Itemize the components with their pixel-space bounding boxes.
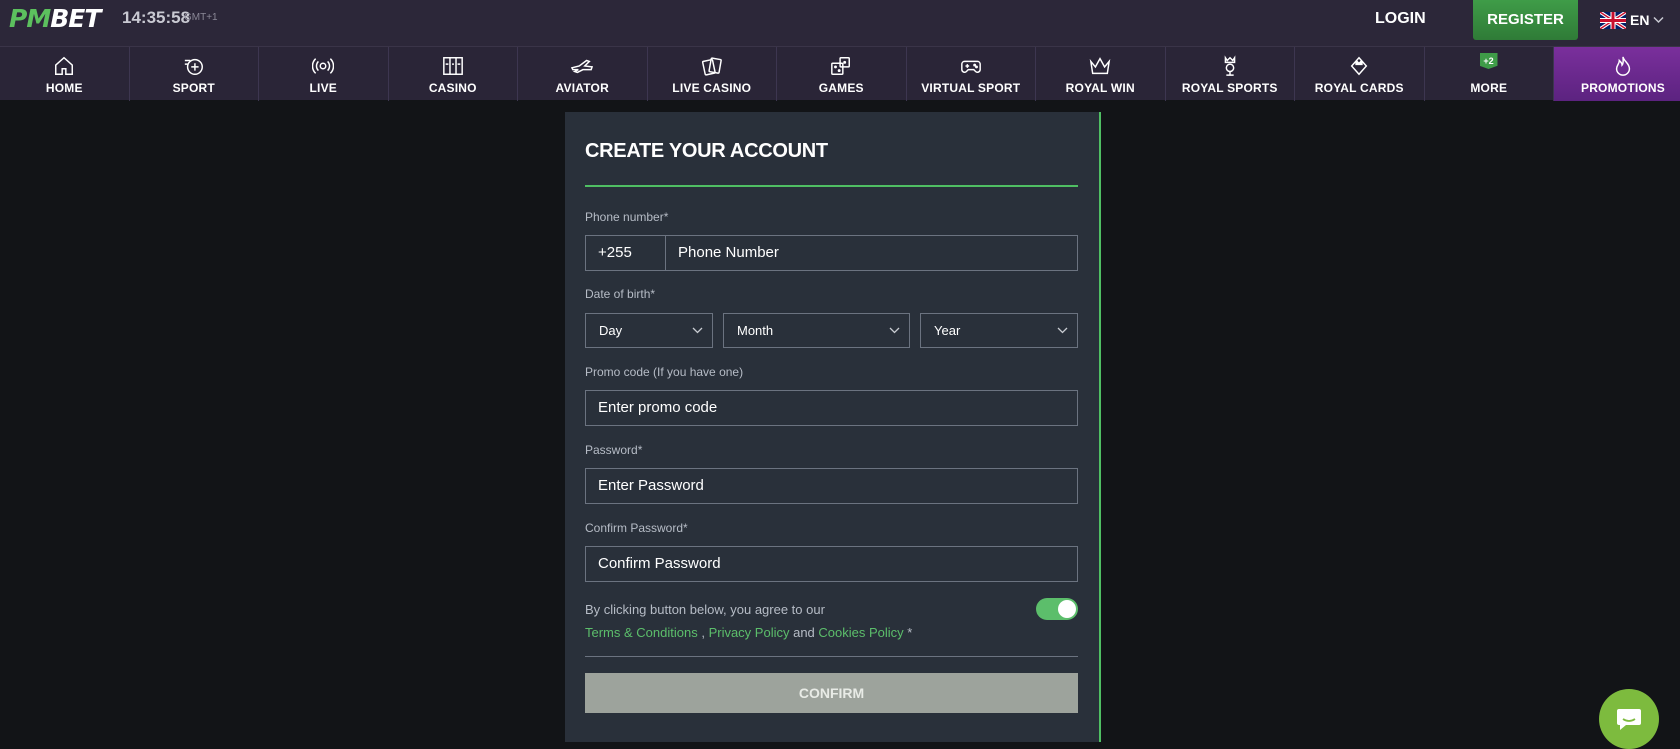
home-icon [52, 54, 76, 78]
nav-item-games[interactable]: GAMES [777, 47, 907, 101]
nav-label: LIVE [309, 80, 337, 95]
language-code: EN [1630, 12, 1650, 28]
registration-form: CREATE YOUR ACCOUNT Phone number* +255 P… [565, 112, 1101, 742]
month-select[interactable]: Month [723, 313, 910, 348]
separator: and [789, 625, 819, 640]
language-selector[interactable]: EN [1600, 10, 1664, 30]
year-select-value: Year [934, 323, 961, 338]
nav-label: AVIATOR [555, 80, 609, 95]
nav-item-casino[interactable]: CASINO [389, 47, 518, 101]
day-select-value: Day [599, 323, 623, 338]
uk-flag-icon [1600, 11, 1626, 29]
nav-label: PROMOTIONS [1580, 80, 1665, 95]
nav-item-royal-sports[interactable]: ROYAL SPORTS [1166, 47, 1295, 101]
nav-label: SPORT [172, 80, 215, 95]
day-select[interactable]: Day [585, 313, 713, 348]
nav-item-royal-win[interactable]: ROYAL WIN [1036, 47, 1166, 101]
agree-text: By clicking button below, you agree to o… [585, 602, 825, 617]
nav-item-live-casino[interactable]: LIVE CASINO [648, 47, 777, 101]
nav-label: GAMES [818, 80, 864, 95]
nav-item-virtual-sport[interactable]: VIRTUAL SPORT [907, 47, 1036, 101]
casino-icon [441, 54, 465, 78]
nav-item-home[interactable]: HOME [0, 47, 130, 101]
login-button[interactable]: LOGIN [1375, 8, 1426, 30]
password-label: Password* [585, 443, 643, 457]
chevron-down-icon [888, 314, 900, 347]
password-input[interactable]: Enter Password [585, 468, 1078, 504]
nav-label: ROYAL WIN [1065, 80, 1135, 95]
logo[interactable]: PMBET [9, 5, 124, 33]
top-bar: PMBET 14:35:58 GMT+1 LOGIN REGISTER EN [0, 0, 1680, 46]
timezone: GMT+1 [184, 12, 218, 23]
chevron-down-icon [1056, 314, 1068, 347]
nav-item-sport[interactable]: SPORT [130, 47, 259, 101]
country-code[interactable]: +255 [586, 236, 666, 270]
month-select-value: Month [737, 323, 774, 338]
more-badge: +2 [1479, 53, 1498, 69]
chat-icon [1617, 709, 1641, 730]
phone-label: Phone number* [585, 210, 669, 224]
live-icon [311, 54, 335, 78]
separator: , [697, 625, 709, 640]
nav-label: VIRTUAL SPORT [921, 80, 1021, 95]
nav-item-more[interactable]: +2 MORE [1425, 47, 1554, 101]
nav-item-aviator[interactable]: AVIATOR [518, 47, 648, 101]
chat-button[interactable] [1599, 689, 1659, 749]
clock: 14:35:58 [122, 8, 191, 27]
sport-icon [182, 54, 206, 78]
chevron-down-icon [1653, 16, 1664, 24]
nav-label: HOME [45, 80, 83, 95]
promo-code-input[interactable]: Enter promo code [585, 390, 1078, 426]
agree-toggle[interactable] [1036, 598, 1078, 620]
nav-label: ROYAL CARDS [1314, 80, 1404, 95]
promo-label: Promo code (If you have one) [585, 365, 744, 379]
title-divider [585, 185, 1078, 187]
form-title: CREATE YOUR ACCOUNT [585, 140, 828, 162]
terms-link[interactable]: Terms & Conditions [585, 625, 698, 640]
cookies-link[interactable]: Cookies Policy [818, 625, 903, 640]
dob-label: Date of birth* [585, 287, 656, 301]
phone-field: +255 Phone Number [585, 235, 1078, 271]
register-button[interactable]: REGISTER [1473, 0, 1578, 40]
year-select[interactable]: Year [920, 313, 1078, 348]
toggle-knob [1058, 600, 1076, 618]
confirm-button[interactable]: CONFIRM [585, 673, 1078, 713]
phone-input[interactable]: Phone Number [666, 236, 1077, 270]
nav-label: ROYAL SPORTS [1181, 80, 1278, 95]
crown-icon [1088, 54, 1112, 78]
required-mark: * [903, 625, 913, 640]
nav-item-promotions[interactable]: PROMOTIONS [1554, 47, 1680, 101]
nav-label: LIVE CASINO [672, 80, 752, 95]
nav-label: CASINO [428, 80, 477, 95]
privacy-link[interactable]: Privacy Policy [709, 625, 790, 640]
nav-label: MORE [1470, 80, 1508, 95]
divider [585, 656, 1078, 657]
flame-icon [1611, 54, 1635, 78]
virtual-sport-icon [959, 54, 983, 78]
confirm-password-input[interactable]: Confirm Password [585, 546, 1078, 582]
nav-item-royal-cards[interactable]: ROYAL CARDS [1295, 47, 1425, 101]
royal-sports-icon [1218, 54, 1242, 78]
main-nav: HOME SPORT LIVE CASINO AVIATOR LIVE CASI… [0, 46, 1680, 101]
terms-agreement: By clicking button below, you agree to o… [585, 598, 1005, 644]
games-icon [829, 54, 853, 78]
aviator-icon [570, 54, 594, 78]
live-casino-icon [700, 54, 724, 78]
nav-item-live[interactable]: LIVE [259, 47, 389, 101]
royal-cards-icon [1347, 54, 1371, 78]
chevron-down-icon [691, 314, 703, 347]
confirm-password-label: Confirm Password* [585, 521, 688, 535]
